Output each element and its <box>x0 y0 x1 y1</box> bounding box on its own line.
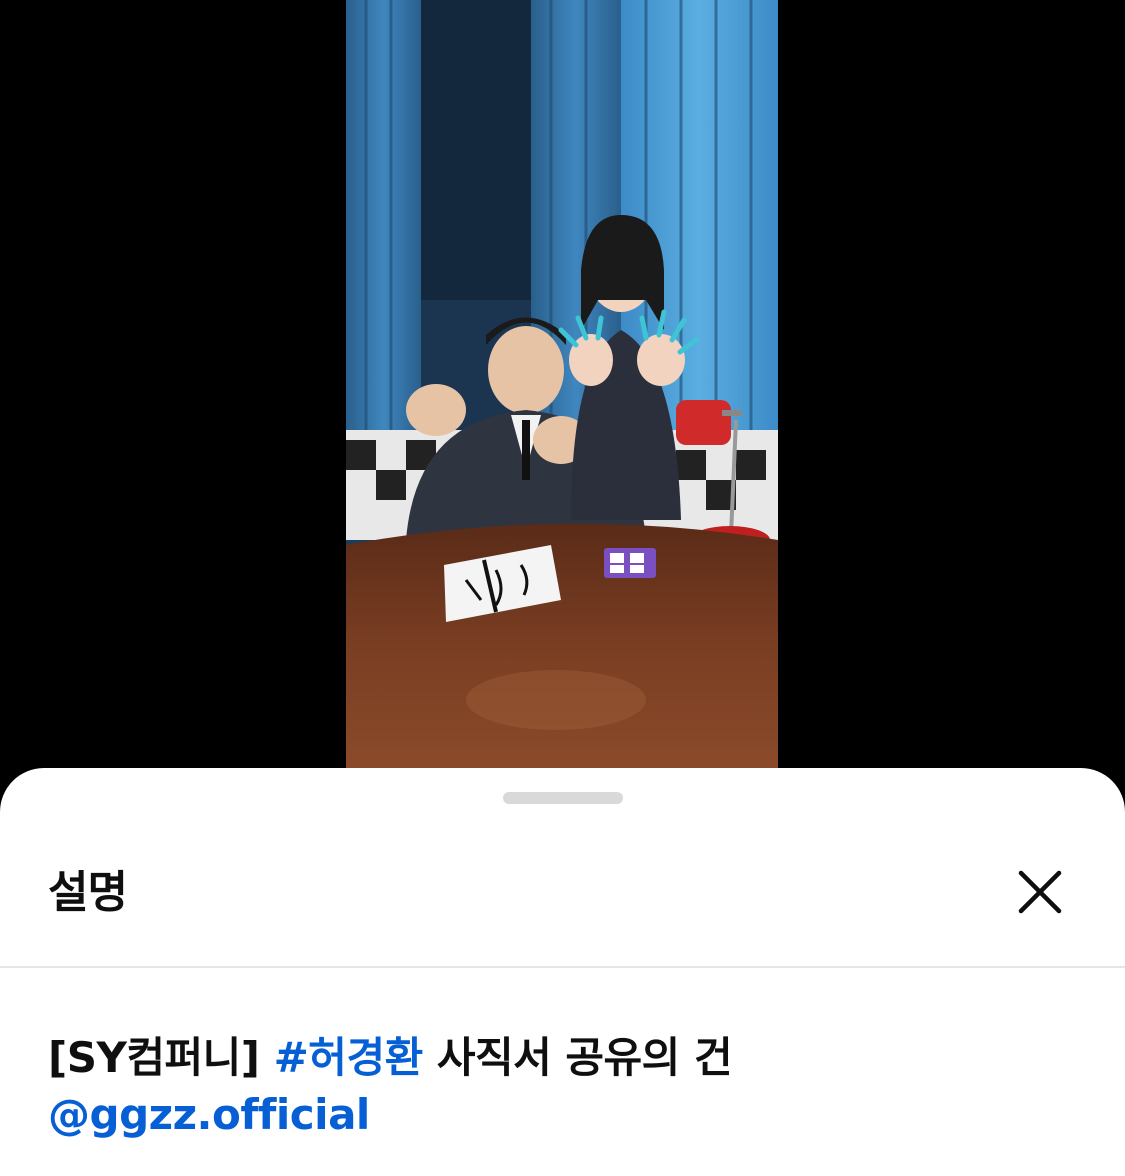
description-mention-line: @ggzz.official <box>48 1090 370 1139</box>
description-prefix: [SY컴퍼니] <box>48 1033 260 1082</box>
mention-link[interactable]: @ggzz.official <box>48 1090 370 1139</box>
drag-handle[interactable] <box>503 792 623 804</box>
sheet-title: 설명 <box>48 867 128 918</box>
video-player[interactable] <box>0 0 1125 800</box>
shorts-description-screen: 설명 [SY컴퍼니] #허경환 사직서 공유의 건 @ggzz.official <box>0 0 1125 1176</box>
description-suffix: 사직서 공유의 건 <box>436 1033 733 1082</box>
close-icon <box>1018 870 1062 914</box>
video-frame-image <box>346 0 778 768</box>
video-thumbnail[interactable] <box>346 0 778 768</box>
divider <box>0 966 1125 968</box>
description-title: [SY컴퍼니] #허경환 사직서 공유의 건 <box>48 1024 733 1085</box>
close-button[interactable] <box>1004 856 1076 928</box>
description-sheet: 설명 [SY컴퍼니] #허경환 사직서 공유의 건 @ggzz.official <box>0 768 1125 1176</box>
hashtag-link[interactable]: #허경환 <box>274 1033 424 1082</box>
